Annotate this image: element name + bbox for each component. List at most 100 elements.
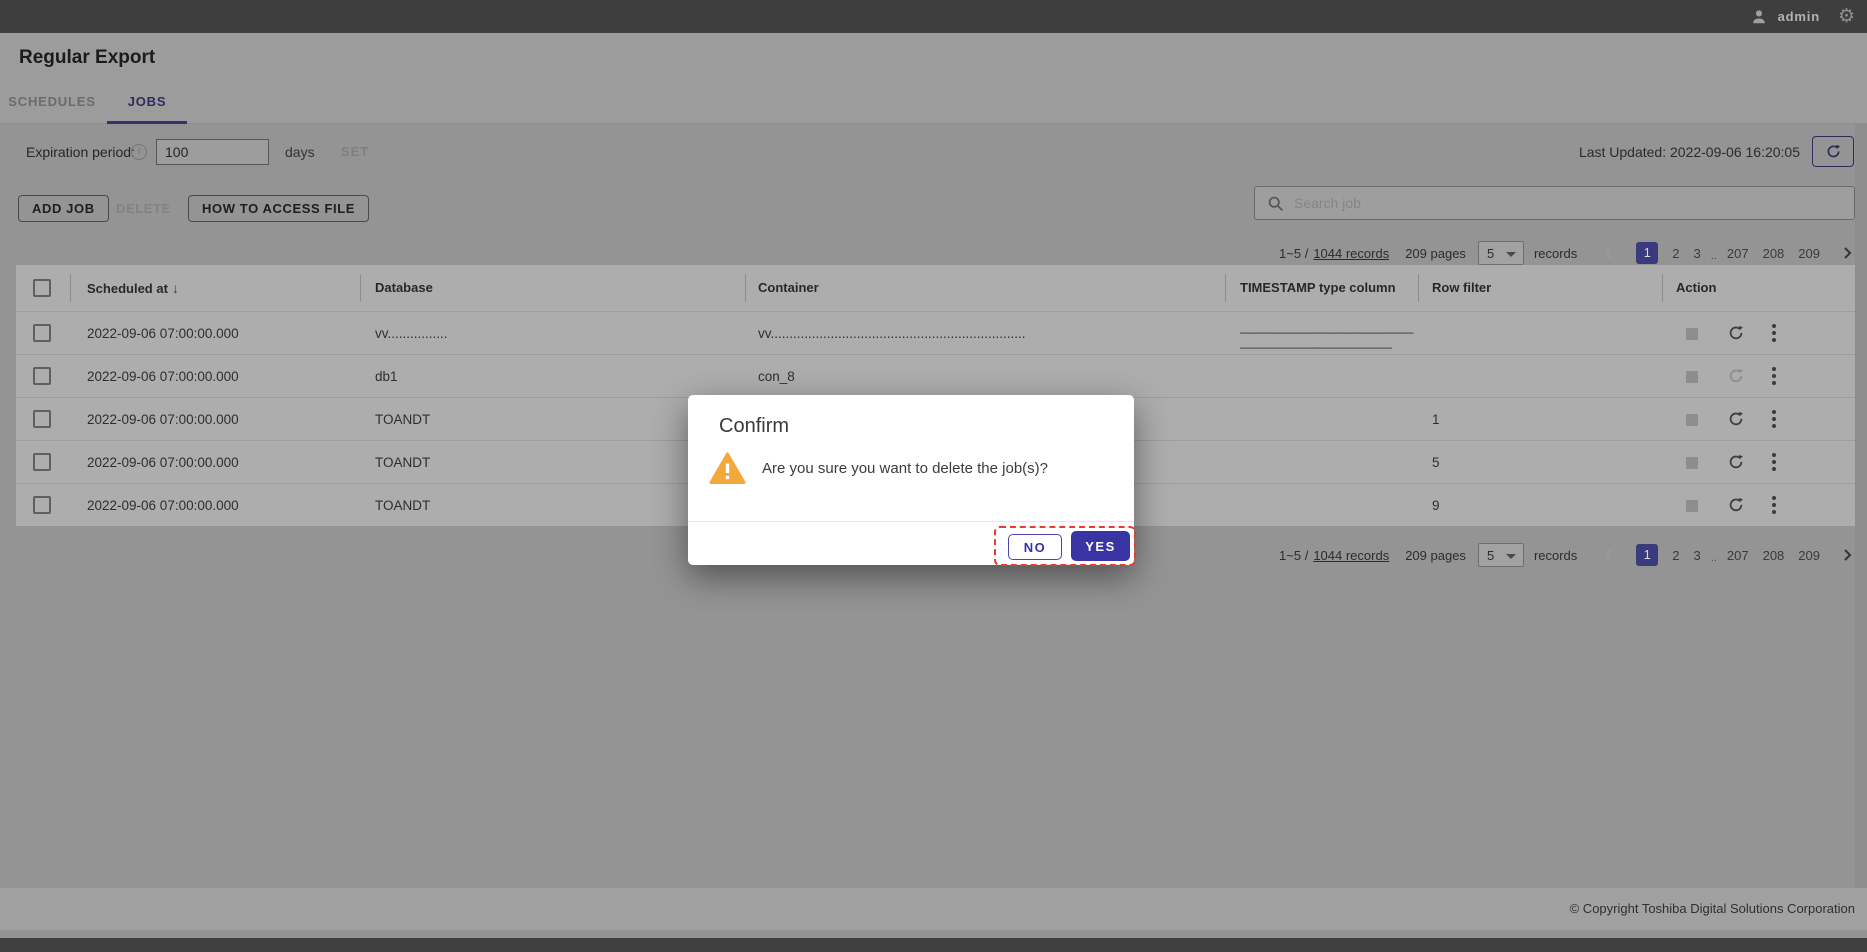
no-button[interactable]: NO	[1008, 534, 1062, 560]
page-number[interactable]: 3	[1694, 246, 1701, 261]
tab-jobs[interactable]: JOBS	[107, 80, 187, 124]
yes-button[interactable]: YES	[1071, 531, 1130, 561]
col-timestamp-type: TIMESTAMP type column	[1240, 265, 1396, 311]
cell-database: TOANDT	[375, 398, 735, 441]
page-number[interactable]: 207	[1727, 246, 1749, 261]
stop-icon[interactable]	[1686, 371, 1698, 383]
cell-row-filter: 5	[1432, 441, 1440, 484]
page-number[interactable]: 2	[1672, 246, 1679, 261]
copyright-label: © Copyright Toshiba Digital Solutions Co…	[1570, 888, 1855, 930]
page-number[interactable]: 3	[1694, 548, 1701, 563]
page-size-select[interactable]: 5	[1478, 543, 1524, 567]
chevron-down-icon	[1506, 554, 1516, 559]
kebab-menu-icon[interactable]	[1772, 324, 1776, 345]
cell-timestamp: ________________________________________…	[1240, 319, 1420, 349]
user-menu[interactable]: admin ⚙	[1750, 0, 1855, 33]
records-label: records	[1534, 548, 1577, 563]
cell-row-filter: 1	[1432, 398, 1440, 441]
tab-schedules[interactable]: SCHEDULES	[6, 80, 98, 124]
expiration-unit-label: days	[285, 136, 315, 168]
col-row-filter: Row filter	[1432, 265, 1491, 311]
gear-icon[interactable]: ⚙	[1838, 7, 1855, 26]
row-checkbox[interactable]	[33, 367, 51, 385]
record-range-label: 1~5 /	[1279, 246, 1308, 261]
row-refresh-icon[interactable]	[1727, 496, 1745, 514]
top-bar: admin ⚙	[0, 0, 1867, 33]
dialog-message: Are you sure you want to delete the job(…	[762, 460, 1048, 477]
row-refresh-icon[interactable]	[1727, 453, 1745, 471]
search-box[interactable]	[1254, 186, 1855, 220]
refresh-button[interactable]	[1812, 136, 1854, 167]
row-checkbox[interactable]	[33, 324, 51, 342]
page-number[interactable]: 1	[1636, 544, 1658, 566]
stop-icon[interactable]	[1686, 328, 1698, 340]
row-checkbox[interactable]	[33, 453, 51, 471]
next-page-icon[interactable]	[1839, 547, 1855, 563]
page-number[interactable]: 208	[1763, 548, 1785, 563]
cell-container: vv......................................…	[758, 312, 1213, 355]
page-title: Regular Export	[19, 33, 155, 83]
kebab-menu-icon[interactable]	[1772, 410, 1776, 431]
prev-page-icon[interactable]	[1601, 245, 1617, 261]
select-all-checkbox[interactable]	[33, 279, 51, 297]
cell-database: TOANDT	[375, 441, 735, 484]
page-number[interactable]: 207	[1727, 548, 1749, 563]
page-number[interactable]: 209	[1798, 548, 1820, 563]
expiration-input[interactable]	[156, 139, 269, 165]
how-to-access-file-button[interactable]: HOW TO ACCESS FILE	[188, 195, 369, 222]
dialog-title: Confirm	[719, 415, 789, 438]
cell-database: db1	[375, 355, 735, 398]
col-scheduled-at[interactable]: Scheduled at↓	[87, 265, 179, 312]
dialog-divider	[688, 521, 1134, 522]
kebab-menu-icon[interactable]	[1772, 496, 1776, 517]
kebab-menu-icon[interactable]	[1772, 453, 1776, 474]
set-button[interactable]: SET	[341, 136, 369, 168]
records-link[interactable]: 1044 records	[1313, 246, 1389, 261]
cell-scheduled-at: 2022-09-06 07:00:00.000	[87, 355, 239, 398]
expiration-label: Expiration period:	[26, 136, 135, 168]
refresh-icon	[1825, 143, 1842, 160]
page-number[interactable]: 2	[1672, 548, 1679, 563]
warning-icon	[709, 452, 746, 485]
cell-database: TOANDT	[375, 484, 735, 527]
last-updated-label: Last Updated: 2022-09-06 16:20:05	[1579, 136, 1800, 168]
add-job-button[interactable]: ADD JOB	[18, 195, 109, 222]
page-size-select[interactable]: 5	[1478, 241, 1524, 265]
cell-scheduled-at: 2022-09-06 07:00:00.000	[87, 312, 239, 355]
next-page-icon[interactable]	[1839, 245, 1855, 261]
row-refresh-icon[interactable]	[1727, 367, 1745, 385]
chevron-down-icon	[1506, 252, 1516, 257]
stop-icon[interactable]	[1686, 414, 1698, 426]
search-input[interactable]	[1294, 195, 1854, 211]
cell-scheduled-at: 2022-09-06 07:00:00.000	[87, 398, 239, 441]
stop-icon[interactable]	[1686, 457, 1698, 469]
expiration-row: Expiration period: i days SET Last Updat…	[0, 136, 1867, 168]
prev-page-icon[interactable]	[1601, 547, 1617, 563]
page-number[interactable]: 208	[1763, 246, 1785, 261]
page-number[interactable]: 209	[1798, 246, 1820, 261]
table-row: 2022-09-06 07:00:00.000 vv...............…	[16, 311, 1855, 354]
cell-database: vv................	[375, 312, 735, 355]
page-number[interactable]: 1	[1636, 242, 1658, 264]
row-checkbox[interactable]	[33, 496, 51, 514]
cell-scheduled-at: 2022-09-06 07:00:00.000	[87, 441, 239, 484]
row-checkbox[interactable]	[33, 410, 51, 428]
stop-icon[interactable]	[1686, 500, 1698, 512]
username-label: admin	[1778, 9, 1820, 24]
record-range-label: 1~5 /	[1279, 548, 1308, 563]
info-icon[interactable]: i	[131, 144, 147, 160]
cell-row-filter: 9	[1432, 484, 1440, 527]
records-link[interactable]: 1044 records	[1313, 548, 1389, 563]
row-refresh-icon[interactable]	[1727, 410, 1745, 428]
kebab-menu-icon[interactable]	[1772, 367, 1776, 388]
person-icon	[1750, 8, 1768, 26]
confirm-dialog: Confirm Are you sure you want to delete …	[688, 395, 1134, 565]
title-bar: Regular Export	[0, 33, 1867, 80]
delete-button[interactable]: DELETE	[116, 195, 171, 222]
pagination-top: 1~5 /1044 records209 pages5records123..2…	[1279, 241, 1855, 265]
cell-scheduled-at: 2022-09-06 07:00:00.000	[87, 484, 239, 527]
cell-container: con_8	[758, 355, 1213, 398]
row-refresh-icon[interactable]	[1727, 324, 1745, 342]
footer: © Copyright Toshiba Digital Solutions Co…	[0, 888, 1867, 930]
table-header: Scheduled at↓ Database Container TIMESTA…	[16, 265, 1855, 311]
